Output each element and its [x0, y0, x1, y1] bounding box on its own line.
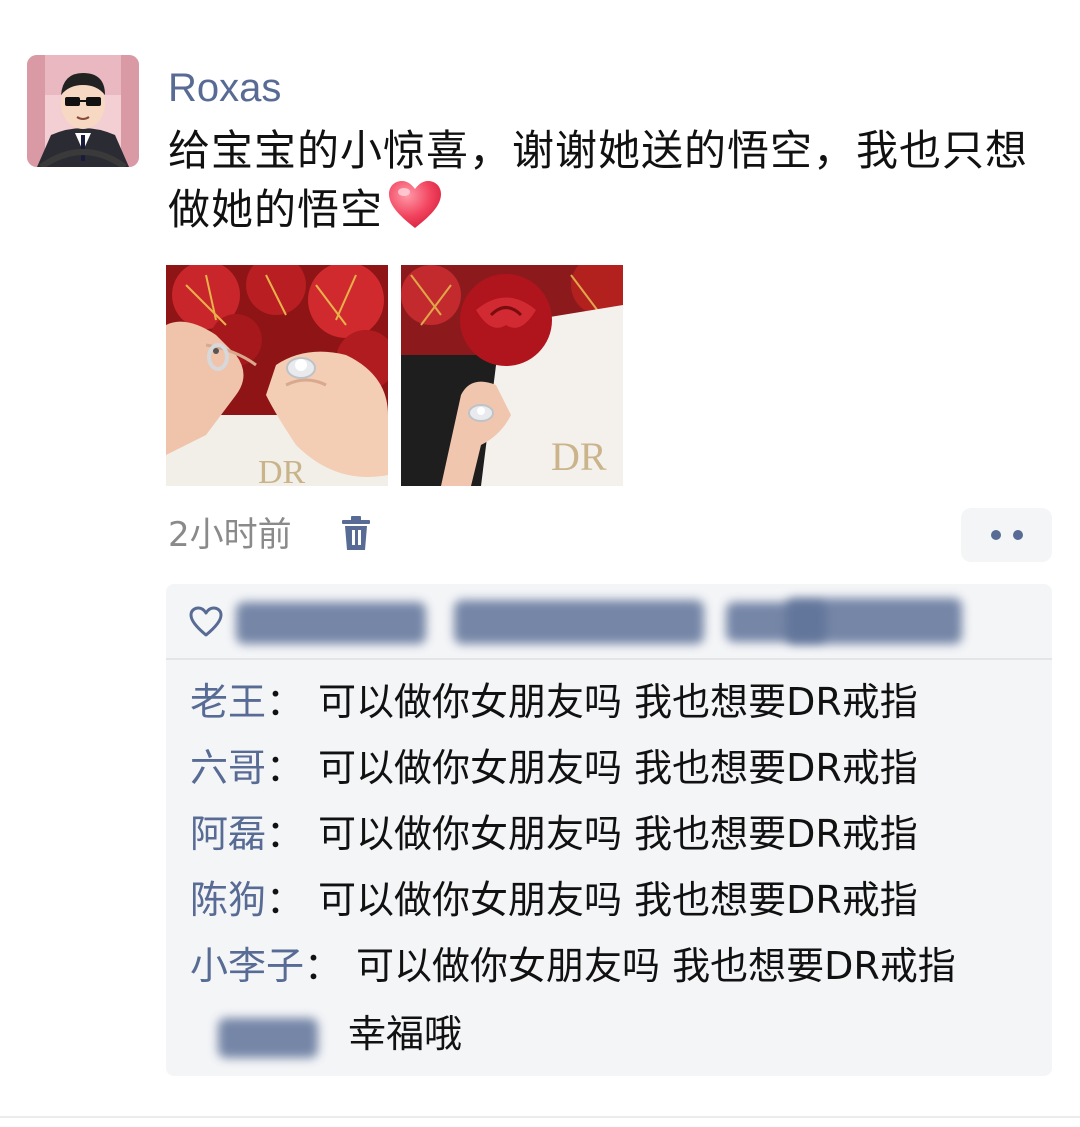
post-time: 2小时前 — [168, 515, 292, 555]
commenter-name[interactable]: 老王 — [190, 680, 266, 724]
comment-text: 可以做你女朋友吗 我也想要DR戒指 — [318, 680, 918, 724]
avatar-image — [27, 55, 139, 167]
divider — [0, 1116, 1080, 1118]
avatar[interactable] — [27, 55, 139, 167]
heart-emoji-icon — [387, 180, 443, 245]
comment-row[interactable]: 老王： 可以做你女朋友吗 我也想要DR戒指 — [190, 676, 918, 728]
svg-text:DR: DR — [551, 434, 607, 479]
comment-separator: ： — [266, 746, 305, 790]
comment-text: 可以做你女朋友吗 我也想要DR戒指 — [318, 746, 918, 790]
comment-row[interactable]: 陈狗： 可以做你女朋友吗 我也想要DR戒指 — [190, 874, 918, 926]
svg-text:DR: DR — [258, 454, 306, 486]
comment-row[interactable]: 小李子： 可以做你女朋友吗 我也想要DR戒指 — [190, 940, 956, 992]
author-name[interactable]: Roxas — [168, 62, 281, 114]
dot-icon — [1013, 530, 1023, 540]
comment-separator: ： — [304, 944, 343, 988]
comment-text: 可以做你女朋友吗 我也想要DR戒指 — [318, 812, 918, 856]
comment-separator: ： — [266, 680, 305, 724]
dot-icon — [991, 530, 1001, 540]
more-actions-button[interactable] — [961, 508, 1052, 562]
comment-text: 可以做你女朋友吗 我也想要DR戒指 — [318, 878, 918, 922]
heart-outline-icon — [189, 606, 223, 638]
likes-row — [166, 584, 1052, 660]
photo-rings-flowers[interactable]: DR — [166, 265, 388, 486]
trash-icon[interactable] — [340, 516, 372, 552]
comment-text: 幸福哦 — [348, 1012, 463, 1056]
comment-separator: ： — [266, 878, 305, 922]
commenter-name[interactable]: 陈狗 — [190, 878, 266, 922]
photo-rose-ring[interactable]: DR — [401, 265, 623, 486]
commenter-name[interactable]: 六哥 — [190, 746, 266, 790]
comment-row[interactable]: 幸福哦 — [348, 1008, 462, 1060]
comment-row[interactable]: 六哥： 可以做你女朋友吗 我也想要DR戒指 — [190, 742, 918, 794]
commenter-name[interactable]: 阿磊 — [190, 812, 266, 856]
comment-row[interactable]: 阿磊： 可以做你女朋友吗 我也想要DR戒指 — [190, 808, 918, 860]
post-text-content: 给宝宝的小惊喜，谢谢她送的悟空，我也只想做她的悟空 — [168, 126, 1029, 234]
comment-separator: ： — [266, 812, 305, 856]
post-text: 给宝宝的小惊喜，谢谢她送的悟空，我也只想做她的悟空 — [168, 122, 1048, 245]
interaction-panel: 老王： 可以做你女朋友吗 我也想要DR戒指 六哥： 可以做你女朋友吗 我也想要DR戒… — [166, 584, 1052, 1076]
comment-text: 可以做你女朋友吗 我也想要DR戒指 — [356, 944, 956, 988]
blurred-commenter-name — [190, 1012, 320, 1062]
commenter-name[interactable]: 小李子 — [190, 944, 304, 988]
